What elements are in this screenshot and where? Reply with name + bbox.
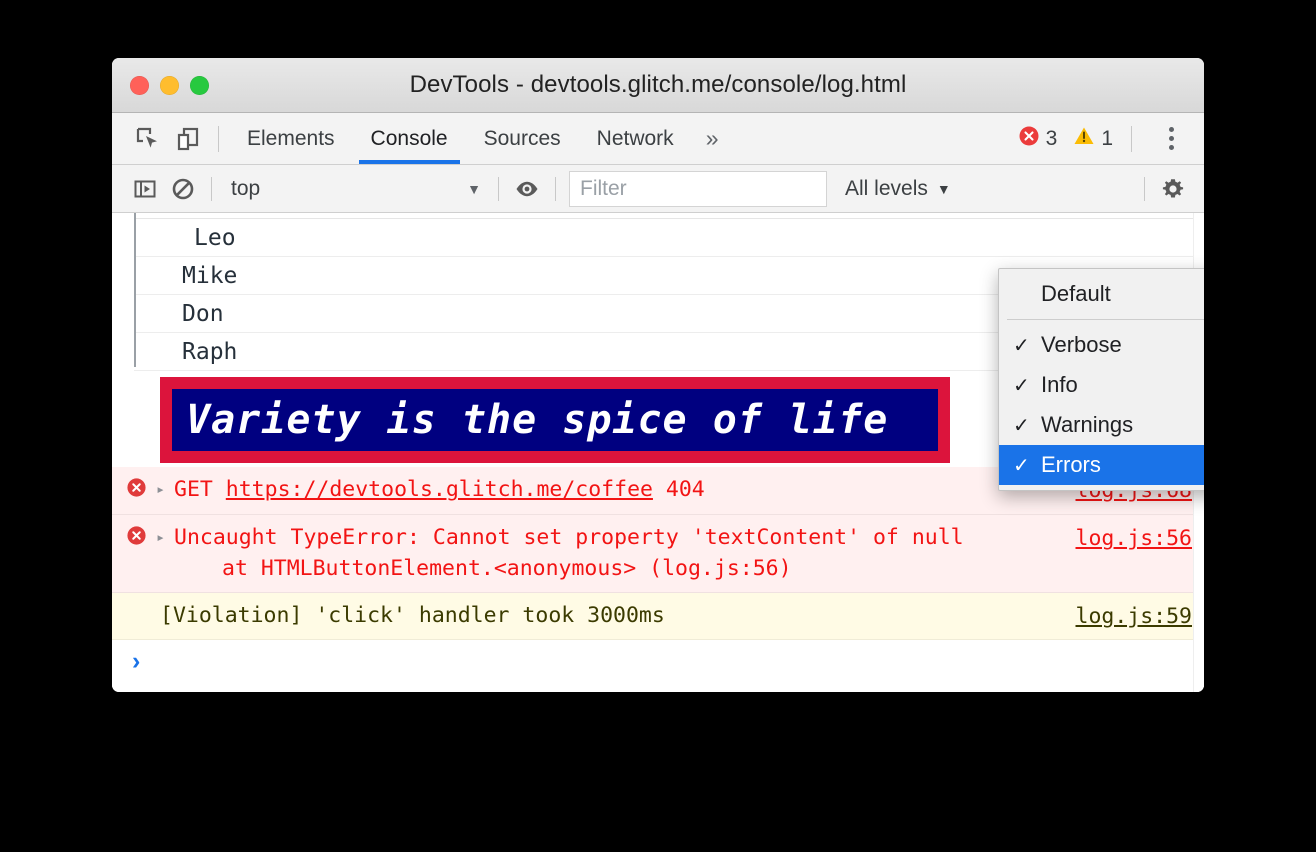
error-counter[interactable]: 3 (1018, 125, 1058, 153)
tab-overflow-button[interactable]: » (692, 113, 733, 164)
more-vertical-icon[interactable] (1152, 120, 1190, 158)
log-levels-selector[interactable]: All levels ▼ (845, 177, 951, 201)
message-text: [Violation] 'click' handler took 3000ms (160, 602, 665, 628)
exception-message: Uncaught TypeError: Cannot set property … (174, 525, 964, 551)
log-levels-label: All levels (845, 176, 928, 200)
window-titlebar: DevTools - devtools.glitch.me/console/lo… (112, 58, 1204, 113)
device-toolbar-icon[interactable] (168, 119, 208, 159)
menu-item-verbose[interactable]: ✓ Verbose (999, 325, 1204, 365)
panel-tabs: Elements Console Sources Network » (229, 113, 732, 164)
tab-elements[interactable]: Elements (229, 113, 353, 164)
warning-count-label: 1 (1101, 126, 1113, 150)
console-prompt[interactable]: › (112, 639, 1204, 684)
menu-item-default[interactable]: Default (999, 274, 1204, 314)
tab-network[interactable]: Network (579, 113, 692, 164)
menu-item-label: Info (1041, 372, 1078, 397)
list-item: Leo (134, 219, 1204, 257)
error-circle-icon (126, 474, 156, 507)
execution-context-label: top (231, 176, 261, 200)
toolbar-divider-1 (211, 176, 212, 201)
window-title: DevTools - devtools.glitch.me/console/lo… (409, 71, 907, 98)
prompt-chevron-icon: › (132, 647, 141, 676)
tabbar-divider (218, 125, 219, 152)
console-message-warning[interactable]: [Violation] 'click' handler took 3000ms … (112, 592, 1204, 640)
error-count-label: 3 (1045, 126, 1058, 150)
expand-arrow-icon[interactable]: ▸ (156, 474, 174, 501)
tabbar-status-area: 3 1 (1018, 120, 1190, 158)
message-text: GET https://devtools.glitch.me/coffee 40… (174, 474, 1062, 505)
settings-gear-icon[interactable] (1154, 170, 1192, 208)
menu-item-info[interactable]: ✓ Info (999, 365, 1204, 405)
toolbar-divider-4 (1144, 176, 1145, 201)
request-method: GET (174, 477, 213, 502)
menu-item-label: Errors (1041, 452, 1101, 477)
menu-divider (1007, 319, 1204, 320)
console-message-error[interactable]: ▸ Uncaught TypeError: Cannot set propert… (112, 515, 1204, 593)
check-icon: ✓ (1013, 374, 1030, 397)
chevron-down-icon: ▼ (936, 180, 951, 197)
error-circle-icon (1018, 125, 1040, 153)
check-icon: ✓ (1013, 334, 1030, 357)
minimize-button[interactable] (160, 76, 179, 95)
devtools-tabbar: Elements Console Sources Network » 3 1 (112, 113, 1204, 165)
check-icon: ✓ (1013, 454, 1030, 477)
warning-counter[interactable]: 1 (1073, 125, 1113, 153)
window-controls (130, 76, 209, 95)
log-levels-dropdown-menu[interactable]: Default ✓ Verbose ✓ Info ✓ Warnings ✓ Er… (998, 268, 1204, 491)
filter-input[interactable]: Filter (569, 170, 827, 207)
message-text: Uncaught TypeError: Cannot set property … (174, 522, 1062, 584)
source-link[interactable]: log.js:56 (1076, 522, 1193, 554)
group-indent-line (134, 213, 136, 367)
tab-sources[interactable]: Sources (466, 113, 579, 164)
tabbar-right-divider (1131, 125, 1132, 152)
warning-triangle-icon (1073, 125, 1095, 153)
toolbar-divider-3 (555, 176, 556, 201)
check-icon: ✓ (1013, 414, 1030, 437)
live-expression-eye-icon[interactable] (508, 170, 546, 208)
chevron-down-icon: ▼ (467, 180, 481, 197)
menu-item-errors[interactable]: ✓ Errors (999, 445, 1204, 485)
console-toolbar: top ▼ Filter All levels ▼ (112, 165, 1204, 213)
show-console-sidebar-icon[interactable] (126, 170, 164, 208)
clear-console-icon[interactable] (164, 170, 202, 208)
menu-item-warnings[interactable]: ✓ Warnings (999, 405, 1204, 445)
expand-arrow-icon[interactable]: ▸ (156, 522, 174, 549)
error-circle-icon (126, 522, 156, 555)
menu-item-label: Warnings (1041, 412, 1134, 437)
toolbar-divider-2 (498, 176, 499, 201)
maximize-button[interactable] (190, 76, 209, 95)
source-link[interactable]: log.js:59 (1076, 600, 1193, 632)
inspect-element-icon[interactable] (128, 119, 168, 159)
menu-item-label: Default (1041, 281, 1111, 306)
devtools-window: DevTools - devtools.glitch.me/console/lo… (112, 58, 1204, 692)
styled-log-banner: Variety is the spice of life (160, 377, 950, 463)
menu-item-label: Verbose (1041, 332, 1122, 357)
tab-console[interactable]: Console (353, 113, 466, 164)
execution-context-selector[interactable]: top ▼ (221, 172, 489, 206)
request-status: 404 (665, 477, 705, 502)
toolbar-right-area (1135, 170, 1192, 208)
close-button[interactable] (130, 76, 149, 95)
request-url-link[interactable]: https://devtools.glitch.me/coffee (226, 477, 653, 502)
stack-frame[interactable]: at HTMLButtonElement.<anonymous> (log.js… (174, 553, 1062, 584)
